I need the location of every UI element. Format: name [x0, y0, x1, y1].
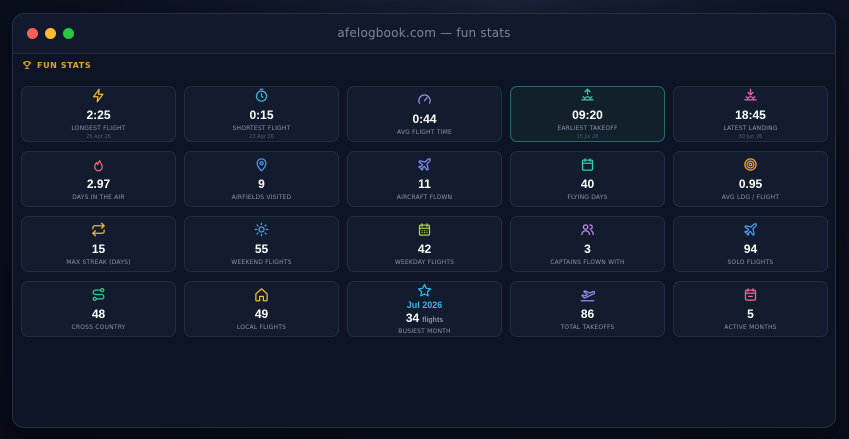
stat-label: WEEKDAY FLIGHTS — [394, 259, 455, 266]
stat-label: EARLIEST TAKEOFF — [557, 125, 618, 132]
window-title: afelogbook.com — fun stats — [337, 26, 511, 40]
stat-value: 09:20 — [572, 108, 603, 122]
stat-value: 49 — [254, 307, 269, 321]
title-bar: afelogbook.com — fun stats — [13, 14, 835, 54]
stat-date: 15 Jul 26 — [576, 134, 599, 140]
stat-label: SHORTEST FLIGHT — [232, 125, 291, 132]
stat-card-local-flights: 49 LOCAL FLIGHTS — [184, 281, 339, 337]
stat-value: 42 — [417, 242, 432, 256]
stat-value: 2:25 — [86, 108, 111, 122]
stat-card-captains-flown-with: 3 CAPTAINS FLOWN WITH — [510, 216, 665, 272]
stat-value: 18:45 — [735, 108, 766, 122]
stat-label: SOLO FLIGHTS — [727, 259, 774, 266]
stat-card-cross-country: 48 CROSS COUNTRY — [21, 281, 176, 337]
stat-card-weekend-flights: 55 WEEKEND FLIGHTS — [184, 216, 339, 272]
stat-card-aircraft-flown: 11 AIRCRAFT FLOWN — [347, 151, 502, 207]
stat-value: 5 — [747, 307, 754, 321]
repeat-icon — [91, 222, 106, 237]
stat-card-max-streak: 15 MAX STREAK (DAYS) — [21, 216, 176, 272]
stat-value: 9 — [258, 177, 265, 191]
stat-label: FLYING DAYS — [567, 194, 608, 201]
busiest-month-name: Jul 2026 — [406, 300, 443, 310]
plane-icon — [743, 222, 758, 237]
stat-value: 0.95 — [738, 177, 763, 191]
stat-label: CROSS COUNTRY — [71, 324, 126, 331]
map-pin-icon — [254, 157, 269, 172]
plane-takeoff-icon — [580, 287, 595, 302]
stat-label: AIRCRAFT FLOWN — [396, 194, 453, 201]
stat-value: 15 — [91, 242, 106, 256]
calendar-icon — [743, 287, 758, 302]
sunrise-icon — [580, 88, 595, 103]
stat-value: 0:44 — [412, 112, 437, 126]
stat-value: 34 — [405, 311, 420, 325]
stat-value: 2.97 — [86, 177, 111, 191]
stat-card-flying-days: 40 FLYING DAYS — [510, 151, 665, 207]
stat-value: 11 — [418, 177, 431, 191]
stat-label: BUSIEST MONTH — [398, 328, 451, 335]
stat-label: ACTIVE MONTHS — [724, 324, 777, 331]
route-icon — [91, 287, 106, 302]
stat-label: LONGEST FLIGHT — [71, 125, 126, 132]
stat-value: 0:15 — [249, 108, 274, 122]
stat-date: 25 Apr 26 — [86, 134, 111, 140]
flame-icon — [91, 157, 106, 172]
stat-card-shortest-flight: 0:15 SHORTEST FLIGHT 23 Apr 26 — [184, 86, 339, 142]
stat-card-days-in-air: 2.97 DAYS IN THE AIR — [21, 151, 176, 207]
plane-icon — [417, 157, 432, 172]
stat-card-earliest-takeoff: 09:20 EARLIEST TAKEOFF 15 Jul 26 — [510, 86, 665, 142]
stat-card-longest-flight: 2:25 LONGEST FLIGHT 25 Apr 26 — [21, 86, 176, 142]
users-icon — [580, 222, 595, 237]
stat-label: LATEST LANDING — [723, 125, 778, 132]
gauge-icon — [417, 92, 432, 107]
stat-label: CAPTAINS FLOWN WITH — [550, 259, 625, 266]
stat-card-weekday-flights: 42 WEEKDAY FLIGHTS — [347, 216, 502, 272]
app-window: afelogbook.com — fun stats FUN STATS 2:2… — [12, 13, 836, 428]
stat-label: AIRFIELDS VISITED — [231, 194, 292, 201]
stat-card-active-months: 5 ACTIVE MONTHS — [673, 281, 828, 337]
sun-icon — [254, 222, 269, 237]
trophy-icon — [23, 61, 31, 69]
stat-label: AVG FLIGHT TIME — [396, 129, 453, 136]
stopwatch-icon — [254, 88, 269, 103]
stat-value: 48 — [91, 307, 106, 321]
stat-label: LOCAL FLIGHTS — [236, 324, 287, 331]
stats-grid: 2:25 LONGEST FLIGHT 25 Apr 26 0:15 SHORT… — [21, 86, 828, 337]
stat-card-busiest-month: Jul 2026 34 flights BUSIEST MONTH — [347, 281, 502, 337]
calendar-days-icon — [417, 222, 432, 237]
calendar-icon — [580, 157, 595, 172]
star-icon — [417, 283, 432, 298]
stat-value: 40 — [580, 177, 595, 191]
stat-value: 94 — [743, 242, 758, 256]
stat-date: 23 Apr 26 — [249, 134, 274, 140]
stat-card-avg-flight-time: 0:44 AVG FLIGHT TIME — [347, 86, 502, 142]
stat-label: MAX STREAK (DAYS) — [66, 259, 131, 266]
stat-value: 3 — [584, 242, 591, 256]
target-icon — [743, 157, 758, 172]
stat-card-airfields-visited: 9 AIRFIELDS VISITED — [184, 151, 339, 207]
section-title: FUN STATS — [37, 60, 92, 70]
stat-value: 55 — [254, 242, 269, 256]
stat-date: 30 Jun 26 — [738, 134, 763, 140]
stat-card-solo-flights: 94 SOLO FLIGHTS — [673, 216, 828, 272]
section-header: FUN STATS — [22, 60, 91, 70]
stat-label: TOTAL TAKEOFFS — [560, 324, 615, 331]
home-icon — [254, 287, 269, 302]
stat-value: 86 — [580, 307, 595, 321]
stat-card-total-takeoffs: 86 TOTAL TAKEOFFS — [510, 281, 665, 337]
stat-label: AVG LDG / FLIGHT — [721, 194, 780, 201]
busiest-month-count: 34 flights — [406, 311, 443, 325]
stat-card-latest-landing: 18:45 LATEST LANDING 30 Jun 26 — [673, 86, 828, 142]
stat-label: WEEKEND FLIGHTS — [231, 259, 292, 266]
stat-unit: flights — [422, 317, 444, 324]
bolt-icon — [91, 88, 106, 103]
stat-card-avg-ldg-flight: 0.95 AVG LDG / FLIGHT — [673, 151, 828, 207]
stat-label: DAYS IN THE AIR — [72, 194, 125, 201]
sunset-icon — [743, 88, 758, 103]
